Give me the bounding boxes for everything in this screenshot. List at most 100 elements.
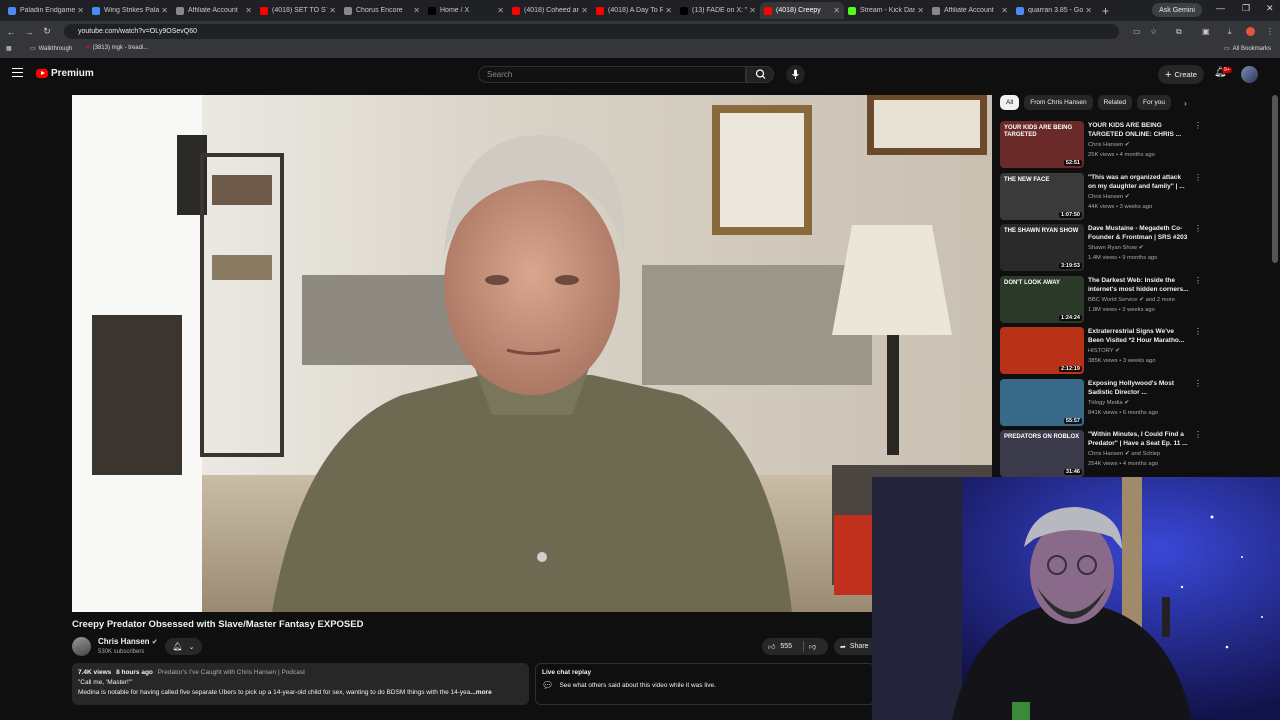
extensions-icon[interactable]: ⧉ [1176, 27, 1182, 37]
video-thumbnail[interactable]: YOUR KIDS ARE BEING TARGETED 52:51 [1000, 121, 1084, 168]
video-thumbnail[interactable]: 55:57 [1000, 378, 1084, 426]
recommended-channel[interactable]: Chris Hansen ✔ [1088, 194, 1130, 200]
tab-close-icon[interactable]: ✕ [665, 6, 672, 15]
tab-close-icon[interactable]: ✕ [497, 6, 504, 15]
cast-icon[interactable]: ▭ [1133, 27, 1141, 36]
bookmark-walkthrough[interactable]: ▭ Walkthrough [30, 45, 72, 53]
close-window-icon[interactable]: ✕ [1266, 3, 1274, 14]
search-button[interactable] [746, 66, 774, 83]
recommended-title[interactable]: "Within Minutes, I Could Find a Predator… [1088, 430, 1190, 448]
more-options-icon[interactable]: ⋮ [1194, 276, 1202, 285]
account-avatar[interactable] [1241, 66, 1258, 83]
video-thumbnail[interactable]: THE SHAWN RYAN SHOW 3:19:53 [1000, 224, 1084, 271]
playlist-link[interactable]: Predator's I've Caught with Chris Hansen… [158, 669, 305, 676]
description-box[interactable]: 7.4K views 8 hours ago Predator's I've C… [72, 663, 529, 705]
channel-avatar[interactable] [72, 637, 91, 656]
recommended-title[interactable]: The Darkest Web: Inside the internet's m… [1088, 276, 1190, 294]
browser-menu-icon[interactable]: ⋮ [1266, 27, 1274, 36]
recommended-video[interactable]: THE NEW FACE 1:07:50 "This was an organize… [1000, 172, 1202, 221]
create-button[interactable]: + Create [1158, 65, 1204, 84]
tab-close-icon[interactable]: ✕ [581, 6, 588, 15]
star-icon[interactable]: ☆ [1150, 27, 1157, 36]
sidepanel-icon[interactable]: ▣ [1202, 27, 1210, 36]
browser-tab[interactable]: Stream - Kick Dash ✕ [844, 2, 928, 19]
browser-tab[interactable]: (4018) Coheed and ✕ [508, 2, 592, 19]
browser-tab[interactable]: Chorus Encore ✕ [340, 2, 424, 19]
video-thumbnail[interactable]: 2:12:19 [1000, 327, 1084, 374]
browser-tab[interactable]: (4018) Creepy ✕ [760, 2, 844, 19]
recommended-title[interactable]: Exposing Hollywood's Most Sadistic Direc… [1088, 379, 1190, 397]
recommended-video[interactable]: THE SHAWN RYAN SHOW 3:19:53 Dave Mustaine … [1000, 224, 1202, 272]
minimize-icon[interactable]: — [1216, 3, 1225, 13]
tab-close-icon[interactable]: ✕ [161, 6, 168, 15]
hamburger-menu-icon[interactable] [12, 68, 23, 77]
recommended-channel[interactable]: Trilogy Media ✔ [1088, 400, 1129, 406]
chip-all[interactable]: All [1000, 95, 1020, 110]
more-options-icon[interactable]: ⋮ [1194, 430, 1202, 439]
maximize-icon[interactable]: ❐ [1242, 3, 1250, 14]
browser-tab[interactable]: Affiliate Account ✕ [172, 2, 256, 19]
channel-name[interactable]: Chris Hansen ✔ [98, 637, 158, 646]
bookmark-mgk[interactable]: ● (3813) mgk - treadi... [86, 45, 148, 51]
thumbs-down-icon[interactable]: 👎︎ [809, 642, 816, 651]
recommended-video[interactable]: YOUR KIDS ARE BEING TARGETED 52:51 YOUR KI… [1000, 121, 1202, 169]
live-chat-replay-panel[interactable]: Live chat replay 💬︎ See what others said … [535, 663, 875, 705]
tab-close-icon[interactable]: ✕ [1001, 6, 1008, 15]
recommended-video[interactable]: 55:57 Exposing Hollywood's Most Sadistic … [1000, 378, 1202, 427]
more-options-icon[interactable]: ⋮ [1194, 173, 1202, 182]
browser-tab[interactable]: Home / X ✕ [424, 2, 508, 19]
browser-tab[interactable]: quarran 3.85 - Goo ✕ [1012, 2, 1096, 19]
browser-tab[interactable]: (13) FADE on X: "I" ✕ [676, 2, 760, 19]
tab-close-icon[interactable]: ✕ [329, 6, 336, 15]
forward-icon[interactable]: → [22, 27, 36, 37]
recommended-channel[interactable]: Chris Hansen ✔ and Schlep [1088, 451, 1160, 457]
recommended-title[interactable]: "This was an organized attack on my daug… [1088, 173, 1190, 191]
voice-search-button[interactable] [786, 65, 805, 84]
video-player[interactable] [72, 95, 992, 612]
browser-tab[interactable]: (4018) A Day To Re ✕ [592, 2, 676, 19]
subscribed-bell-button[interactable]: 🔔︎ ⌄ [165, 638, 202, 655]
tab-close-icon[interactable]: ✕ [245, 6, 252, 15]
page-scrollbar[interactable] [1272, 95, 1278, 263]
more-options-icon[interactable]: ⋮ [1194, 327, 1202, 336]
recommended-title[interactable]: YOUR KIDS ARE BEING TARGETED ONLINE: CHR… [1088, 121, 1190, 139]
browser-tab[interactable]: Wing Strikes Palad ✕ [88, 2, 172, 19]
video-thumbnail[interactable]: THE NEW FACE 1:07:50 [1000, 172, 1084, 220]
browser-tab[interactable]: (4018) SET TO STUN✕ [256, 2, 340, 19]
ask-gemini-button[interactable]: Ask Gemini [1152, 3, 1202, 17]
recommended-channel[interactable]: BBC World Service ✔ and 2 more [1088, 297, 1175, 303]
chip-for-you[interactable]: For you [1137, 95, 1172, 110]
more-options-icon[interactable]: ⋮ [1194, 121, 1202, 130]
new-tab-icon[interactable]: + [1102, 4, 1109, 18]
chip-from-channel[interactable]: From Chris Hansen [1024, 95, 1093, 110]
tab-close-icon[interactable]: ✕ [77, 6, 84, 15]
more-options-icon[interactable]: ⋮ [1194, 379, 1202, 388]
recommended-channel[interactable]: Shawn Ryan Show ✔ [1088, 245, 1143, 251]
download-icon[interactable]: ⤓ [1228, 27, 1232, 37]
video-thumbnail[interactable]: PREDATORS ON ROBLOX 31:46 [1000, 430, 1084, 477]
like-button[interactable]: 👍︎ 555 👎︎ [762, 638, 828, 655]
recommended-video[interactable]: PREDATORS ON ROBLOX 31:46 "Within Minutes,… [1000, 430, 1202, 478]
browser-tab[interactable]: Paladin Endgame ✕ [4, 2, 88, 19]
video-thumbnail[interactable]: Don't Look Away 1:24:24 [1000, 275, 1084, 323]
recommended-video[interactable]: Don't Look Away 1:24:24 The Darkest Web: I… [1000, 275, 1202, 324]
recommended-title[interactable]: Dave Mustaine - Megadeth Co-Founder & Fr… [1088, 224, 1190, 242]
recommended-channel[interactable]: Chris Hansen ✔ [1088, 142, 1130, 148]
more-options-icon[interactable]: ⋮ [1194, 224, 1202, 233]
tab-close-icon[interactable]: ✕ [413, 6, 420, 15]
browser-tab[interactable]: Affiliate Account ✕ [928, 2, 1012, 19]
back-icon[interactable]: ← [4, 27, 18, 37]
search-input[interactable]: Search [478, 66, 746, 83]
apps-icon[interactable]: ▦ [6, 45, 12, 52]
tab-close-icon[interactable]: ✕ [749, 6, 756, 15]
youtube-premium-logo[interactable]: Premium [36, 68, 94, 79]
reload-icon[interactable]: ↻ [40, 26, 54, 37]
chip-related[interactable]: Related [1097, 95, 1132, 110]
show-more-link[interactable]: ...more [470, 689, 491, 696]
tab-close-icon[interactable]: ✕ [917, 6, 924, 15]
all-bookmarks[interactable]: ▭ All Bookmarks [1224, 45, 1271, 53]
recommended-title[interactable]: Extraterrestrial Signs We've Been Visite… [1088, 327, 1190, 345]
recommended-channel[interactable]: HISTORY ✔ [1088, 348, 1120, 354]
tab-close-icon[interactable]: ✕ [1085, 6, 1092, 15]
chevron-right-icon[interactable]: › [1184, 99, 1187, 108]
